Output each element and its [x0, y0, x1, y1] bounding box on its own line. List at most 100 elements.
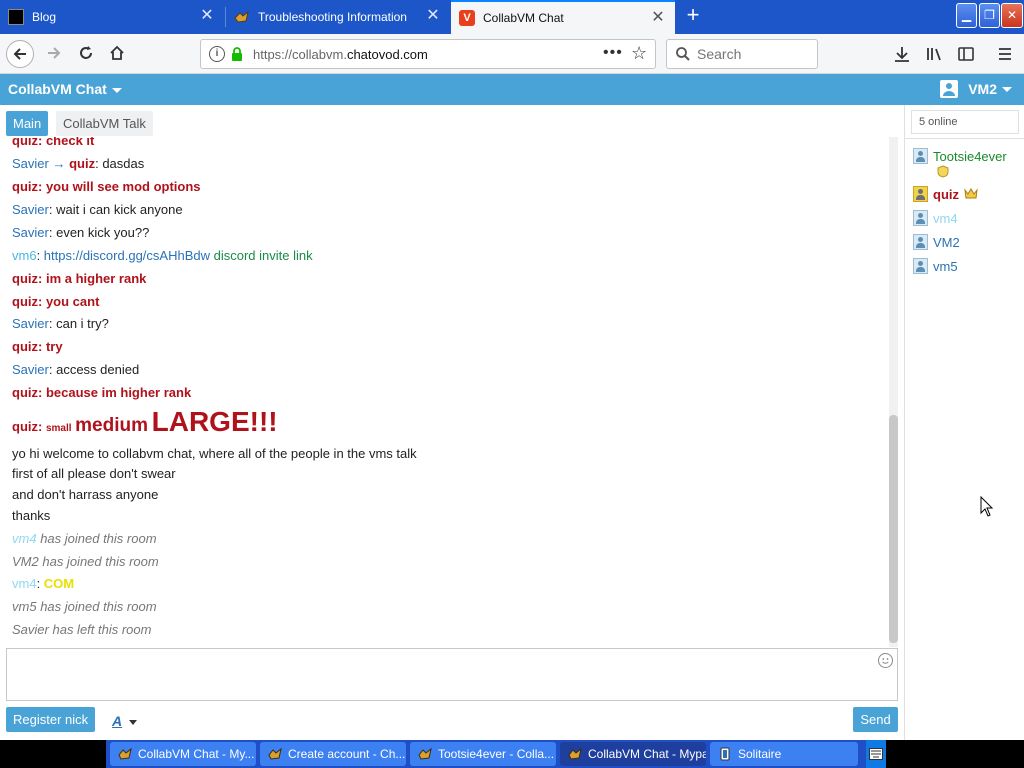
tab-main[interactable]: Main — [6, 111, 49, 136]
message-author[interactable]: quiz — [12, 419, 38, 434]
back-button[interactable] — [6, 40, 34, 68]
minimize-button[interactable]: ▁ — [956, 3, 977, 28]
list-item: quiz: try — [12, 339, 63, 354]
user-name: quiz — [933, 186, 959, 202]
message-text: try — [45, 339, 63, 354]
message-input[interactable] — [7, 649, 897, 700]
window-close-button[interactable]: ✕ — [1001, 3, 1023, 28]
downloads-icon[interactable] — [890, 42, 914, 66]
taskbar-item[interactable]: Solitaire — [710, 742, 858, 766]
reload-button[interactable] — [72, 40, 100, 68]
online-count: 5 online — [911, 110, 1019, 134]
send-button[interactable]: Send — [853, 707, 898, 732]
shield-icon — [937, 165, 949, 181]
message-recipient[interactable]: quiz — [69, 156, 95, 171]
tab-blog[interactable]: Blog ✕ — [0, 0, 224, 34]
message-author[interactable]: vm6 — [12, 248, 37, 263]
user-item-vm5[interactable]: vm5 — [913, 258, 958, 274]
user-item-vm4[interactable]: vm4 — [913, 210, 958, 226]
home-button[interactable] — [103, 40, 131, 68]
message-text: has joined this room — [42, 554, 159, 569]
url-prefix: https://collabvm. — [253, 47, 347, 62]
message-author[interactable]: VM2 — [12, 554, 39, 569]
list-item: quiz: small medium LARGE!!! — [12, 406, 278, 437]
message-author[interactable]: vm5 — [12, 599, 37, 614]
message-author[interactable]: Savier — [12, 622, 49, 637]
user-item-vm2[interactable]: VM2 — [913, 234, 960, 250]
message-author[interactable]: Savier — [12, 202, 49, 217]
message-author[interactable]: Savier — [12, 156, 49, 171]
message-author[interactable]: Savier — [12, 362, 49, 377]
forward-button[interactable] — [40, 40, 68, 68]
message-text: you cant — [45, 294, 100, 309]
message-scrollbar[interactable] — [889, 137, 898, 647]
url-bar[interactable]: i https://collabvm.chatovod.com ••• ☆ — [200, 39, 656, 69]
scrollbar-thumb[interactable] — [889, 415, 898, 643]
message-author[interactable]: quiz — [12, 339, 38, 354]
list-item: thanks — [12, 508, 51, 523]
message-author[interactable]: quiz — [12, 294, 38, 309]
crown-icon — [964, 187, 978, 202]
close-icon[interactable]: ✕ — [651, 10, 665, 26]
collabvm-favicon-icon — [234, 9, 250, 25]
chevron-down-icon[interactable] — [129, 720, 137, 725]
close-icon[interactable]: ✕ — [200, 8, 214, 24]
close-icon[interactable]: ✕ — [426, 8, 440, 24]
message-author[interactable]: quiz — [12, 271, 38, 286]
message-author[interactable]: Savier — [12, 316, 49, 331]
page-actions-icon[interactable]: ••• — [603, 44, 623, 62]
message-author[interactable]: quiz — [12, 179, 38, 194]
taskbar-item-label: Solitaire — [738, 747, 782, 761]
message-input-box[interactable] — [6, 648, 898, 701]
tab-troubleshooting[interactable]: Troubleshooting Information ✕ — [226, 0, 450, 34]
user-icon — [940, 80, 959, 98]
private-arrow-icon: → — [48, 156, 70, 171]
list-item: quiz: you will see mod options — [12, 179, 201, 194]
tab-collabvm-talk[interactable]: CollabVM Talk — [56, 111, 153, 136]
lock-icon — [232, 47, 242, 61]
library-icon[interactable] — [922, 42, 946, 66]
message-text: because im higher rank — [45, 385, 192, 400]
taskbar-item-label: Tootsie4ever - Colla... — [438, 747, 555, 761]
message-text: you will see mod options — [45, 179, 201, 194]
collabvm-icon — [418, 747, 432, 760]
user-item-quiz[interactable]: quiz — [913, 186, 978, 202]
taskbar-item[interactable]: Tootsie4ever - Colla... — [410, 742, 556, 766]
info-icon[interactable]: i — [209, 46, 225, 62]
list-item: yo hi welcome to collabvm chat, where al… — [12, 446, 417, 461]
new-tab-button[interactable]: + — [682, 4, 704, 27]
vm-selector[interactable]: VM2 — [940, 80, 1012, 98]
list-item: quiz: because im higher rank — [12, 385, 192, 400]
message-author[interactable]: quiz — [12, 137, 38, 148]
message-text-large: LARGE!!! — [151, 406, 278, 437]
search-input[interactable] — [697, 45, 812, 63]
vivaldi-favicon-icon: V — [459, 10, 475, 26]
menu-icon[interactable] — [993, 42, 1017, 66]
list-item: Savier: access denied — [12, 362, 140, 377]
text-format-button[interactable]: A — [112, 713, 122, 729]
system-tray[interactable] — [866, 740, 886, 768]
user-item-tootsie4ever[interactable]: Tootsie4ever — [913, 148, 1007, 164]
taskbar-item-active[interactable]: CollabVM Chat - Mypal — [560, 742, 706, 766]
message-author[interactable]: vm4 — [12, 576, 37, 591]
bookmark-star-icon[interactable]: ☆ — [631, 43, 647, 64]
tab-label: Troubleshooting Information — [258, 10, 407, 24]
taskbar-item[interactable]: Create account - Ch... — [260, 742, 406, 766]
tab-collabvm-chat[interactable]: V CollabVM Chat ✕ — [451, 0, 675, 34]
taskbar-item[interactable]: CollabVM Chat - My... — [110, 742, 256, 766]
sidebar-toggle-icon[interactable] — [954, 42, 978, 66]
message-author[interactable]: Savier — [12, 225, 49, 240]
maximize-button[interactable]: ❐ — [979, 3, 1000, 28]
url-domain: chatovod.com — [346, 47, 428, 62]
solitaire-icon — [720, 747, 730, 761]
message-author[interactable]: vm4 — [12, 531, 37, 546]
list-item: Savier: even kick you?? — [12, 225, 150, 240]
app-title-menu[interactable]: CollabVM Chat — [8, 81, 122, 97]
search-bar[interactable] — [666, 39, 818, 69]
message-author[interactable]: quiz — [12, 385, 38, 400]
smiley-icon[interactable] — [878, 653, 893, 668]
message-text: has left this room — [52, 622, 152, 637]
list-item: vm5 has joined this room — [12, 599, 157, 614]
register-nick-button[interactable]: Register nick — [6, 707, 96, 732]
discord-invite-link[interactable]: https://discord.gg/csAHhBdw — [44, 248, 210, 263]
